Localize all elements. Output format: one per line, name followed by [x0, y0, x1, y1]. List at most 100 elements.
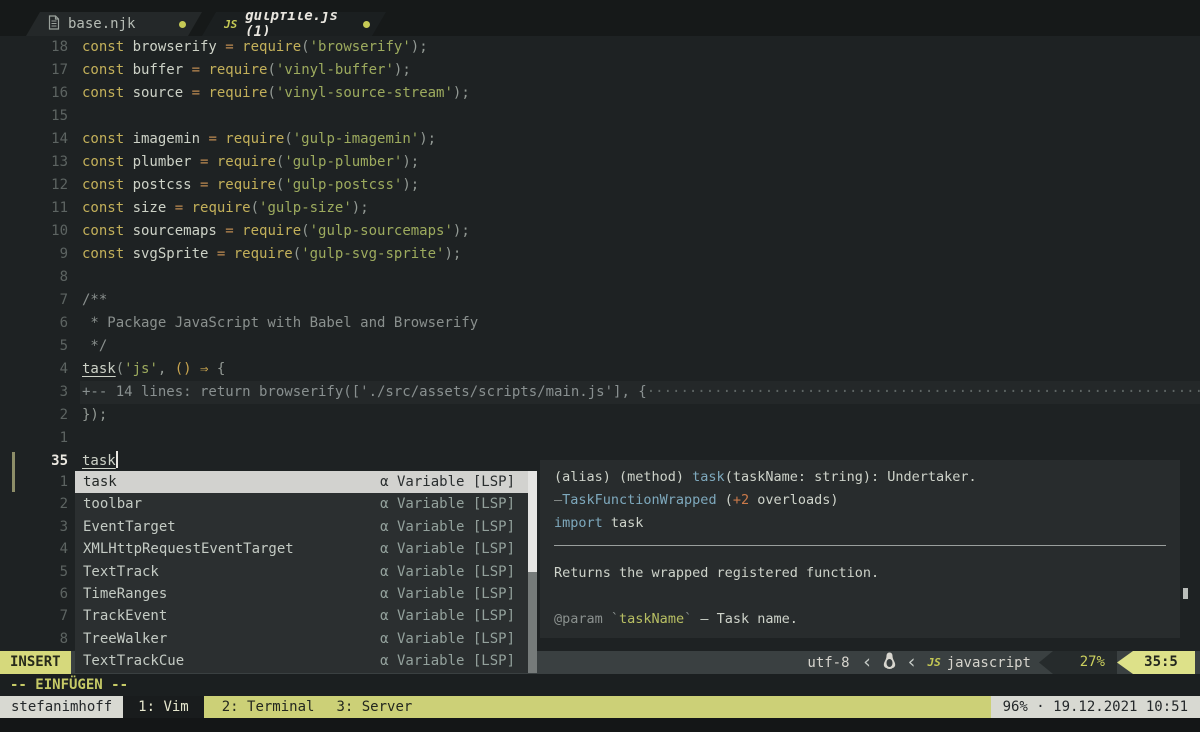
completion-kind: α Variable [LSP]	[380, 471, 515, 493]
line-number: 14	[0, 128, 80, 151]
code-line[interactable]: 8	[0, 266, 1200, 289]
message-line: -- EINFÜGEN --	[0, 674, 1200, 696]
tmux-window-terminal[interactable]: 2: Terminal	[222, 696, 315, 718]
variable-kind-icon: α	[380, 631, 388, 647]
code-line[interactable]: 18const browserify = require('browserify…	[0, 36, 1200, 59]
line-number: 9	[0, 243, 80, 266]
line-number: 5	[0, 561, 80, 583]
completion-popup: taskα Variable [LSP]toolbarα Variable [L…	[75, 471, 537, 673]
line-number: 4	[0, 538, 80, 560]
line-number: 4	[0, 358, 80, 381]
completion-item[interactable]: TreeWalkerα Variable [LSP]	[75, 628, 537, 650]
modified-dot-icon	[179, 21, 186, 28]
code-line[interactable]: 4task('js', () ⇒ {	[0, 358, 1200, 381]
doc-text-line: @param `taskName` — Task name.	[540, 608, 1180, 631]
completion-item[interactable]: TrackEventα Variable [LSP]	[75, 605, 537, 627]
code-line[interactable]: 13const plumber = require('gulp-plumber'…	[0, 151, 1200, 174]
line-number: 3	[0, 381, 80, 404]
tab-gulpfile-js[interactable]: JS gulpfile.js (1)	[202, 12, 386, 36]
variable-kind-icon: α	[380, 653, 388, 669]
variable-kind-icon: α	[380, 519, 388, 535]
code-text	[80, 427, 1200, 450]
variable-kind-icon: α	[380, 608, 388, 624]
completion-kind: α Variable [LSP]	[380, 516, 515, 538]
line-number: 5	[0, 335, 80, 358]
terminal-screen: base.njk JS gulpfile.js (1) 18const brow…	[0, 0, 1200, 732]
variable-kind-icon: α	[380, 474, 388, 490]
completion-label: toolbar	[83, 493, 142, 515]
insert-mode-message: -- EINFÜGEN --	[10, 677, 128, 693]
modified-dot-icon	[363, 21, 370, 28]
code-text: const imagemin = require('gulp-imagemin'…	[80, 128, 1200, 151]
completion-item[interactable]: TextTrackα Variable [LSP]	[75, 561, 537, 583]
completion-item[interactable]: EventTargetα Variable [LSP]	[75, 516, 537, 538]
code-text	[80, 105, 1200, 128]
line-number: 18	[0, 36, 80, 59]
line-number: 17	[0, 59, 80, 82]
doc-popup: (alias) (method) task(taskName: string):…	[540, 460, 1180, 638]
line-number: 10	[0, 220, 80, 243]
tmux-session-name[interactable]: stefanimhoff	[0, 696, 123, 718]
line-number: 3	[0, 516, 80, 538]
completion-label: XMLHttpRequestEventTarget	[83, 538, 294, 560]
code-line[interactable]: 6 * Package JavaScript with Babel and Br…	[0, 312, 1200, 335]
scrollbar-thumb[interactable]	[528, 471, 537, 572]
progress-indicator: 27%	[1039, 651, 1117, 674]
line-number: 16	[0, 82, 80, 105]
tabline: base.njk JS gulpfile.js (1)	[0, 0, 1200, 36]
code-line[interactable]: 2});	[0, 404, 1200, 427]
completion-item[interactable]: taskα Variable [LSP]	[75, 471, 537, 493]
line-number: 15	[0, 105, 80, 128]
completion-item[interactable]: XMLHttpRequestEventTargetα Variable [LSP…	[75, 538, 537, 560]
code-line[interactable]: 17const buffer = require('vinyl-buffer')…	[0, 59, 1200, 82]
line-number: 6	[0, 583, 80, 605]
code-line[interactable]: 7/**	[0, 289, 1200, 312]
variable-kind-icon: α	[380, 541, 388, 557]
code-line[interactable]: 1	[0, 427, 1200, 450]
code-text: */	[80, 335, 1200, 358]
code-line[interactable]: 15	[0, 105, 1200, 128]
code-line[interactable]: 5 */	[0, 335, 1200, 358]
line-number: 2	[0, 404, 80, 427]
linux-penguin-icon	[883, 652, 896, 673]
variable-kind-icon: α	[380, 564, 388, 580]
mode-indicator: INSERT	[0, 651, 71, 674]
code-line[interactable]: 9const svgSprite = require('gulp-svg-spr…	[0, 243, 1200, 266]
code-line[interactable]: 14const imagemin = require('gulp-imagemi…	[0, 128, 1200, 151]
completion-item[interactable]: TimeRanges α Variable [LSP]	[75, 583, 537, 605]
text-cursor	[116, 451, 118, 468]
code-text: });	[80, 404, 1200, 427]
code-text: const source = require('vinyl-source-str…	[80, 82, 1200, 105]
completion-kind: α Variable [LSP]	[380, 605, 515, 627]
code-text: const browserify = require('browserify')…	[80, 36, 1200, 59]
completion-item[interactable]: toolbarα Variable [LSP]	[75, 493, 537, 515]
tab-base-njk[interactable]: base.njk	[26, 12, 202, 36]
code-text: * Package JavaScript with Babel and Brow…	[80, 312, 1200, 335]
code-line[interactable]: 16const source = require('vinyl-source-s…	[0, 82, 1200, 105]
folded-line[interactable]: 3+-- 14 lines: return browserify(['./src…	[0, 381, 1200, 404]
code-text: const sourcemaps = require('gulp-sourcem…	[80, 220, 1200, 243]
code-line[interactable]: 11const size = require('gulp-size');	[0, 197, 1200, 220]
completion-scrollbar[interactable]	[528, 471, 537, 673]
completion-label: TextTrackCue	[83, 650, 184, 672]
code-line[interactable]: 12const postcss = require('gulp-postcss'…	[0, 174, 1200, 197]
doc-divider	[554, 545, 1166, 546]
completion-label: TimeRanges	[83, 583, 167, 605]
code-text: task('js', () ⇒ {	[80, 358, 1200, 381]
tmux-window-vim[interactable]: 1: Vim	[123, 696, 204, 718]
completion-item[interactable]: TextTrackCueα Variable [LSP]	[75, 650, 537, 672]
line-number: 1	[0, 427, 80, 450]
doc-scrollbar-thumb	[1183, 588, 1188, 599]
completion-kind: α Variable [LSP]	[380, 583, 515, 605]
doc-text-line: (alias) (method) task(taskName: string):…	[540, 466, 1180, 489]
tmux-window-server[interactable]: 3: Server	[336, 696, 412, 718]
code-line[interactable]: 10const sourcemaps = require('gulp-sourc…	[0, 220, 1200, 243]
code-text: const svgSprite = require('gulp-svg-spri…	[80, 243, 1200, 266]
line-number: 6	[0, 312, 80, 335]
filetype-label: javascript	[947, 655, 1031, 671]
cursor-position-badge: 35:5	[1117, 651, 1195, 674]
line-number: 7	[0, 289, 80, 312]
completion-label: TextTrack	[83, 561, 159, 583]
code-text	[80, 266, 1200, 289]
line-number: 11	[0, 197, 80, 220]
